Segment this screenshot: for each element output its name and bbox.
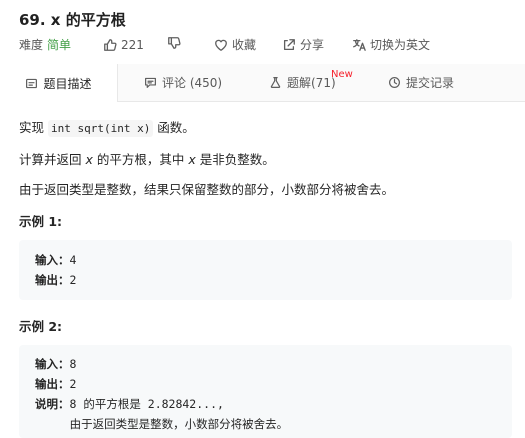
clock-icon — [389, 77, 400, 88]
example-1-heading: 示例 1: — [19, 214, 63, 229]
tab-bar: 题目描述 评论 (450) 题解(71) New 提交记录 — [0, 64, 525, 102]
comment-icon — [145, 77, 156, 88]
heart-icon — [215, 39, 227, 51]
variable-x: x — [85, 152, 93, 167]
example-2-output: 输出：2 — [35, 375, 76, 393]
share-label: 分享 — [300, 38, 325, 52]
difficulty: 难度 简单 — [19, 36, 71, 54]
explanation-label: 说明： — [35, 397, 70, 411]
share-icon — [283, 39, 295, 51]
new-badge: New — [331, 69, 353, 80]
example-2-heading: 示例 2: — [19, 319, 63, 334]
tab-solutions-label: 题解(71) — [287, 76, 336, 90]
description-paragraph-3: 由于返回类型是整数，结果只保留整数的部分，小数部分将被舍去。 — [19, 182, 395, 197]
tab-solutions[interactable]: 题解(71) — [269, 64, 336, 101]
tab-submissions-label: 提交记录 — [406, 76, 455, 90]
favorite-label: 收藏 — [232, 38, 257, 52]
p2-text-b: 的平方根，其中 — [92, 152, 189, 167]
p1-text-pre: 实现 — [19, 120, 48, 135]
tab-description[interactable]: 题目描述 — [0, 64, 118, 102]
output-label: 输出： — [35, 377, 70, 391]
tab-comments[interactable]: 评论 (450) — [144, 64, 222, 101]
thumbs-up-icon — [104, 39, 117, 51]
like-button[interactable]: 221 — [103, 36, 144, 54]
problem-title: 69. x 的平方根 — [19, 11, 126, 29]
input-value: 8 — [69, 357, 77, 371]
p2-text-a: 计算并返回 — [19, 152, 86, 167]
p2-text-c: 是非负整数。 — [195, 152, 275, 167]
example-2-block: 输入：8 输出：2 说明：8 的平方根是 2.82842..., 由于返回类型是… — [19, 345, 512, 438]
example-2-input: 输入：8 — [35, 355, 76, 373]
difficulty-value: 简单 — [47, 38, 72, 52]
translate-icon — [353, 39, 366, 51]
description-icon — [26, 78, 38, 88]
output-value: 2 — [69, 377, 77, 391]
example-1-input: 输入：4 — [35, 251, 76, 269]
flask-icon — [270, 77, 281, 88]
thumbs-down-icon — [168, 37, 181, 49]
tab-comments-label: 评论 (450) — [162, 76, 223, 90]
input-label: 输入： — [35, 253, 70, 267]
output-label: 输出： — [35, 273, 70, 287]
translate-button[interactable]: 切换为英文 — [352, 36, 430, 54]
explanation-line-1: 8 的平方根是 2.82842..., — [69, 397, 224, 411]
input-label: 输入： — [35, 357, 70, 371]
description-paragraph-1: 实现 int sqrt(int x) 函数。 — [19, 117, 195, 137]
difficulty-label: 难度 — [19, 38, 44, 52]
dislike-button[interactable] — [167, 36, 181, 50]
favorite-button[interactable]: 收藏 — [214, 36, 256, 54]
output-value: 2 — [69, 273, 77, 287]
example-1-block: 输入：4 输出：2 — [19, 240, 512, 300]
share-button[interactable]: 分享 — [282, 36, 324, 54]
p1-text-post: 函数。 — [153, 120, 195, 135]
example-2-explanation-continued: 由于返回类型是整数，小数部分将被舍去。 — [35, 417, 289, 431]
input-value: 4 — [69, 253, 77, 267]
translate-label: 切换为英文 — [370, 38, 431, 52]
description-paragraph-2: 计算并返回 x 的平方根，其中 x 是非负整数。 — [19, 149, 275, 168]
variable-x: x — [188, 152, 196, 167]
example-1-output: 输出：2 — [35, 271, 76, 289]
like-count: 221 — [121, 38, 144, 52]
tab-description-label: 题目描述 — [43, 76, 92, 91]
tab-submissions[interactable]: 提交记录 — [388, 64, 454, 101]
function-signature: int sqrt(int x) — [47, 120, 154, 137]
example-2-explanation: 说明：8 的平方根是 2.82842..., — [35, 395, 224, 413]
